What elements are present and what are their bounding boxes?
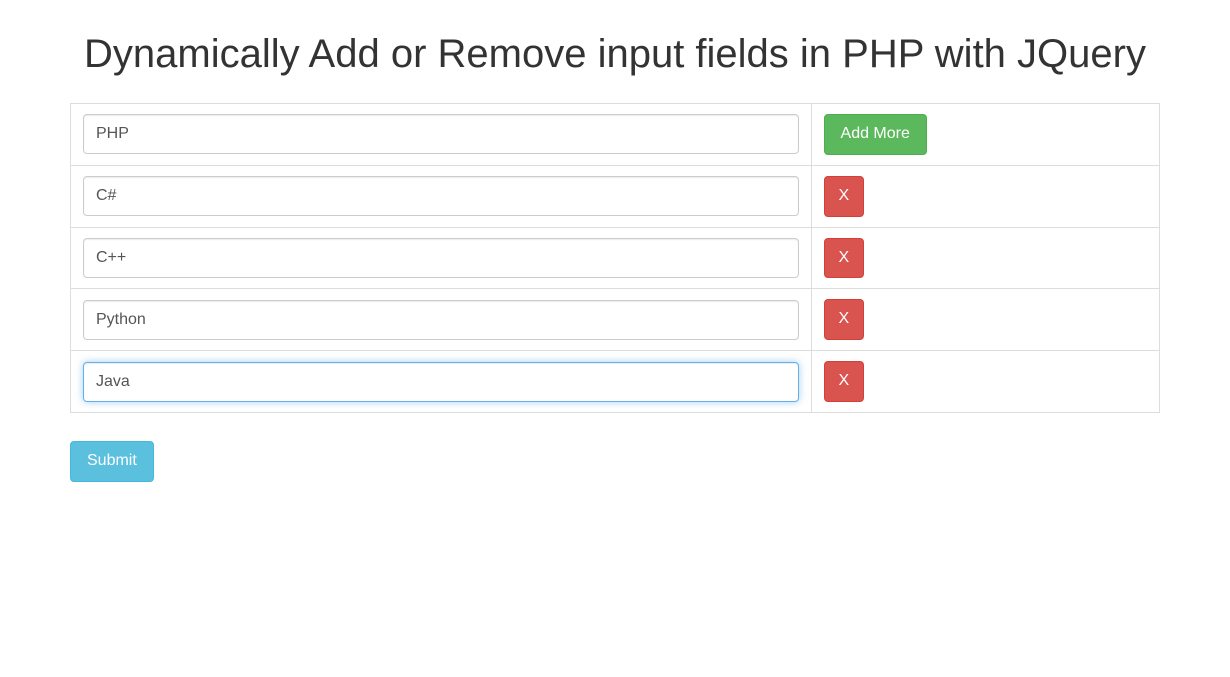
name-input[interactable]	[83, 300, 799, 340]
name-input[interactable]	[83, 238, 799, 278]
name-input[interactable]	[83, 362, 799, 402]
remove-button[interactable]: X	[824, 361, 865, 402]
action-cell: X	[811, 289, 1159, 351]
add-more-button[interactable]: Add More	[824, 114, 927, 155]
table-row: X	[71, 227, 1160, 289]
submit-button[interactable]: Submit	[70, 441, 154, 482]
input-cell	[71, 289, 812, 351]
name-input[interactable]	[83, 176, 799, 216]
input-cell	[71, 165, 812, 227]
name-input[interactable]	[83, 114, 799, 154]
fields-table: Add More X X X X	[70, 103, 1160, 413]
input-cell	[71, 227, 812, 289]
input-cell	[71, 351, 812, 413]
action-cell: X	[811, 351, 1159, 413]
action-cell: X	[811, 227, 1159, 289]
table-row: X	[71, 165, 1160, 227]
page-title: Dynamically Add or Remove input fields i…	[70, 30, 1160, 78]
action-cell: X	[811, 165, 1159, 227]
table-row: Add More	[71, 104, 1160, 166]
remove-button[interactable]: X	[824, 176, 865, 217]
action-cell: Add More	[811, 104, 1159, 166]
input-cell	[71, 104, 812, 166]
table-row: X	[71, 351, 1160, 413]
remove-button[interactable]: X	[824, 299, 865, 340]
remove-button[interactable]: X	[824, 238, 865, 279]
table-row: X	[71, 289, 1160, 351]
